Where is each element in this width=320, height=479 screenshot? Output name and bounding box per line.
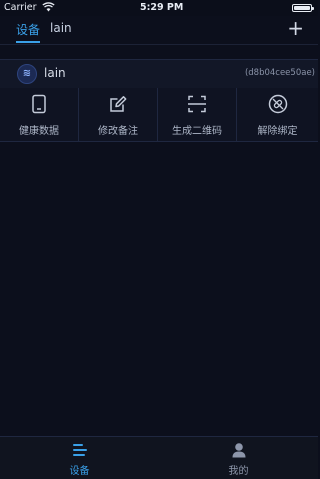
top-tabs: 设备 lain + <box>0 16 318 45</box>
user-icon <box>232 443 245 458</box>
nav-profile[interactable]: 我的 <box>159 437 318 479</box>
carrier-label: Carrier <box>4 2 37 13</box>
edit-icon <box>110 96 127 112</box>
wifi-icon <box>42 2 55 12</box>
clock: 5:29 PM <box>140 2 184 13</box>
device-avatar: ≋ <box>17 64 37 84</box>
status-bar: Carrier 5:29 PM <box>0 0 318 16</box>
tab-lain[interactable]: lain <box>50 21 72 35</box>
unbind-icon <box>268 94 287 114</box>
edit-note-button[interactable]: 修改备注 <box>79 88 158 141</box>
tablet-icon <box>32 94 46 114</box>
bottom-nav: 设备 我的 <box>0 436 318 479</box>
health-data-button[interactable]: 健康数据 <box>0 88 79 141</box>
unbind-button[interactable]: 解除绑定 <box>237 88 318 141</box>
battery-icon <box>292 4 314 12</box>
tab-devices[interactable]: 设备 <box>16 21 41 43</box>
health-data-label: 健康数据 <box>19 126 59 137</box>
add-device-button[interactable]: + <box>287 18 304 38</box>
nav-profile-label: 我的 <box>228 466 249 477</box>
nav-devices[interactable]: 设备 <box>0 437 159 479</box>
unbind-label: 解除绑定 <box>257 126 298 137</box>
generate-qr-label: 生成二维码 <box>172 126 222 137</box>
device-name: lain <box>44 66 66 80</box>
scan-icon <box>188 95 206 113</box>
device-id: (d8b04cee50ae) <box>244 68 315 78</box>
generate-qr-button[interactable]: 生成二维码 <box>158 88 237 141</box>
list-icon <box>72 444 87 456</box>
device-row[interactable]: ≋ lain (d8b04cee50ae) <box>0 59 318 89</box>
edit-note-label: 修改备注 <box>98 126 138 137</box>
nav-devices-label: 设备 <box>69 466 90 477</box>
device-actions: 健康数据 修改备注 生成二维码 解除绑定 <box>0 88 318 142</box>
